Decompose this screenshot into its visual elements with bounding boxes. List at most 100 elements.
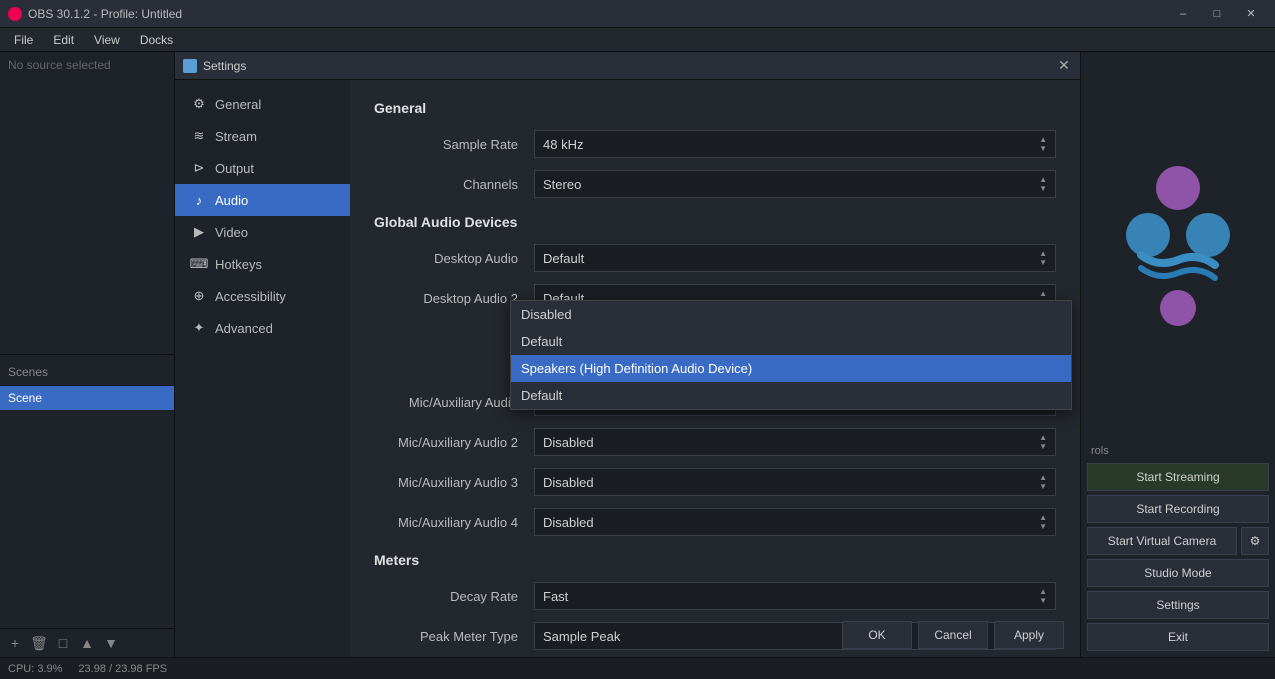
ok-button[interactable]: OK: [842, 621, 912, 649]
sample-rate-value: 48 kHz: [543, 137, 583, 152]
nav-audio[interactable]: ♪ Audio: [175, 184, 350, 216]
scenes-toolbar: + 🗑 □ ▲ ▼: [0, 628, 174, 657]
add-scene-button[interactable]: +: [4, 632, 26, 654]
menu-view[interactable]: View: [84, 28, 130, 51]
nav-stream[interactable]: ≋ Stream: [175, 120, 350, 152]
peak-meter-value: Sample Peak: [543, 629, 620, 644]
channels-value: Stereo: [543, 177, 581, 192]
dropdown-option-speakers[interactable]: Speakers (High Definition Audio Device): [511, 355, 1071, 382]
scenes-section: Scenes Scene + 🗑 □ ▲ ▼: [0, 359, 174, 657]
decay-rate-select[interactable]: Fast ▲ ▼: [534, 582, 1056, 610]
studio-mode-button[interactable]: Studio Mode: [1087, 559, 1269, 587]
nav-accessibility-label: Accessibility: [215, 289, 286, 304]
general-section-title: General: [374, 100, 1056, 116]
desktop-audio-label: Desktop Audio: [374, 251, 534, 266]
status-bar: CPU: 3.9% 23.98 / 23.98 FPS: [0, 657, 1275, 679]
mic-aux3-label: Mic/Auxiliary Audio 3: [374, 475, 534, 490]
settings-dialog-icon: [183, 59, 197, 73]
mic-aux2-row: Mic/Auxiliary Audio 2 Disabled ▲ ▼: [374, 428, 1056, 456]
obs-logo-area: [1081, 52, 1275, 437]
meters-section-title: Meters: [374, 552, 1056, 568]
mic-aux4-label: Mic/Auxiliary Audio 4: [374, 515, 534, 530]
cancel-button[interactable]: Cancel: [918, 621, 988, 649]
general-icon: ⚙: [191, 96, 207, 112]
menu-file[interactable]: File: [4, 28, 43, 51]
sample-rate-select[interactable]: 48 kHz ▲ ▼: [534, 130, 1056, 158]
controls-panel: rols Start Streaming Start Recording Sta…: [1081, 437, 1275, 657]
peak-meter-label: Peak Meter Type: [374, 629, 534, 644]
nav-general[interactable]: ⚙ General: [175, 88, 350, 120]
maximize-button[interactable]: □: [1201, 3, 1233, 25]
nav-video-label: Video: [215, 225, 248, 240]
nav-output[interactable]: ⊳ Output: [175, 152, 350, 184]
nav-stream-label: Stream: [215, 129, 257, 144]
settings-body: ⚙ General ≋ Stream ⊳ Output ♪ Audio ▶: [175, 80, 1080, 657]
remove-scene-button[interactable]: 🗑: [28, 632, 50, 654]
channels-row: Channels Stereo ▲ ▼: [374, 170, 1056, 198]
sample-rate-spinner[interactable]: ▲ ▼: [1039, 136, 1047, 153]
dropdown-option-default[interactable]: Default: [511, 328, 1071, 355]
filter-scene-button[interactable]: □: [52, 632, 74, 654]
virtual-camera-gear-button[interactable]: ⚙: [1241, 527, 1269, 555]
nav-hotkeys[interactable]: ⌨ Hotkeys: [175, 248, 350, 280]
settings-close-button[interactable]: ✕: [1056, 58, 1072, 74]
channels-spinner[interactable]: ▲ ▼: [1039, 176, 1047, 193]
channels-select[interactable]: Stereo ▲ ▼: [534, 170, 1056, 198]
app-title: OBS 30.1.2 - Profile: Untitled: [28, 7, 182, 21]
decay-rate-value: Fast: [543, 589, 568, 604]
mic-aux4-select[interactable]: Disabled ▲ ▼: [534, 508, 1056, 536]
apply-button[interactable]: Apply: [994, 621, 1064, 649]
mic-aux4-spinner[interactable]: ▲ ▼: [1039, 514, 1047, 531]
sample-rate-row: Sample Rate 48 kHz ▲ ▼: [374, 130, 1056, 158]
global-audio-section-title: Global Audio Devices: [374, 214, 1056, 230]
mic-aux2-value: Disabled: [543, 435, 594, 450]
nav-accessibility[interactable]: ⊕ Accessibility: [175, 280, 350, 312]
settings-titlebar: Settings ✕: [175, 52, 1080, 80]
mic-aux2-spinner[interactable]: ▲ ▼: [1039, 434, 1047, 451]
channels-spinner-down: ▼: [1039, 185, 1047, 193]
mic-aux4-value: Disabled: [543, 515, 594, 530]
decay-rate-label: Decay Rate: [374, 589, 534, 604]
nav-output-label: Output: [215, 161, 254, 176]
start-streaming-button[interactable]: Start Streaming: [1087, 463, 1269, 491]
move-scene-down-button[interactable]: ▼: [100, 632, 122, 654]
desktop-audio-select[interactable]: Default ▲ ▼: [534, 244, 1056, 272]
controls-header: rols: [1087, 443, 1269, 459]
accessibility-icon: ⊕: [191, 288, 207, 304]
exit-button[interactable]: Exit: [1087, 623, 1269, 651]
settings-button[interactable]: Settings: [1087, 591, 1269, 619]
decay-rate-spinner[interactable]: ▲ ▼: [1039, 588, 1047, 605]
app-close-button[interactable]: ✕: [1235, 3, 1267, 25]
menu-edit[interactable]: Edit: [43, 28, 84, 51]
nav-advanced[interactable]: ✦ Advanced: [175, 312, 350, 344]
menu-docks[interactable]: Docks: [130, 28, 183, 51]
mic-aux2-select[interactable]: Disabled ▲ ▼: [534, 428, 1056, 456]
channels-spinner-up: ▲: [1039, 176, 1047, 184]
mic-aux3-row: Mic/Auxiliary Audio 3 Disabled ▲ ▼: [374, 468, 1056, 496]
stream-icon: ≋: [191, 128, 207, 144]
right-controls-panel: rols Start Streaming Start Recording Sta…: [1080, 52, 1275, 657]
settings-dialog: Settings ✕ ⚙ General ≋ Stream ⊳ Output: [175, 52, 1080, 657]
move-scene-up-button[interactable]: ▲: [76, 632, 98, 654]
scene-item[interactable]: Scene: [0, 386, 174, 410]
nav-video[interactable]: ▶ Video: [175, 216, 350, 248]
output-icon: ⊳: [191, 160, 207, 176]
dropdown-option-disabled[interactable]: Disabled: [511, 301, 1071, 328]
dropdown-overlay: Disabled Default Speakers (High Definiti…: [510, 300, 1072, 410]
mic-aux3-select[interactable]: Disabled ▲ ▼: [534, 468, 1056, 496]
start-recording-button[interactable]: Start Recording: [1087, 495, 1269, 523]
dropdown-option-default2[interactable]: Default: [511, 382, 1071, 409]
start-virtual-camera-button[interactable]: Start Virtual Camera: [1087, 527, 1237, 555]
dialog-footer: OK Cancel Apply: [842, 621, 1064, 649]
desktop-audio-value: Default: [543, 251, 584, 266]
audio-icon: ♪: [191, 192, 207, 208]
mic-aux3-spinner[interactable]: ▲ ▼: [1039, 474, 1047, 491]
nav-hotkeys-label: Hotkeys: [215, 257, 262, 272]
desktop-audio-spinner[interactable]: ▲ ▼: [1039, 250, 1047, 267]
fps-display: 23.98 / 23.98 FPS: [78, 663, 167, 675]
app-icon: [8, 7, 22, 21]
minimize-button[interactable]: –: [1167, 3, 1199, 25]
main-layout: No source selected Scenes Scene + 🗑 □ ▲ …: [0, 52, 1275, 657]
settings-dialog-title: Settings: [203, 59, 1050, 73]
settings-sidebar: ⚙ General ≋ Stream ⊳ Output ♪ Audio ▶: [175, 80, 350, 657]
